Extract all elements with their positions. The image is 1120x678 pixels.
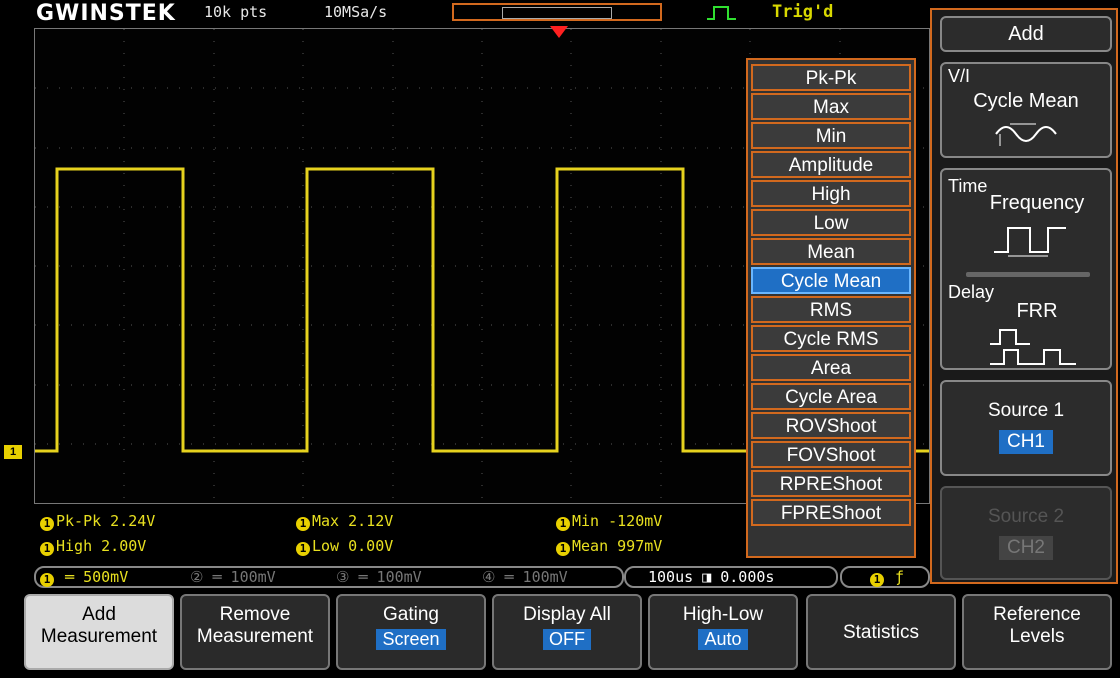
frequency-icon xyxy=(994,227,1066,257)
menu-item-cycle-mean[interactable]: Cycle Mean xyxy=(751,267,911,294)
ch2-scale[interactable]: ② ═ 100mV xyxy=(190,568,276,586)
display-all-button[interactable]: Display All OFF xyxy=(492,594,642,670)
ch1-badge-icon: 1 xyxy=(556,542,570,556)
menu-item-rovshoot[interactable]: ROVShoot xyxy=(751,412,911,439)
trigger-status: Trig'd xyxy=(772,2,834,22)
reference-levels-button[interactable]: Reference Levels xyxy=(962,594,1112,670)
remove-measurement-button[interactable]: Remove Measurement xyxy=(180,594,330,670)
trigger-source[interactable]: 1 ƒ xyxy=(870,568,904,587)
measurement-type-menu[interactable]: Pk-Pk Max Min Amplitude High Low Mean Cycle Mea… xyxy=(746,58,916,558)
ch1-badge-icon: 1 xyxy=(40,517,54,531)
ch1-scale[interactable]: 1 ═ 500mV xyxy=(40,568,128,587)
add-header[interactable]: Add xyxy=(940,16,1112,52)
source1-value: CH1 xyxy=(998,430,1053,454)
menu-item-amplitude[interactable]: Amplitude xyxy=(751,151,911,178)
menu-item-min[interactable]: Min xyxy=(751,122,911,149)
readout-pkpk: 1 Pk-Pk 2.24V xyxy=(40,512,155,531)
timebase-readout[interactable]: 100us ◨ 0.000s xyxy=(648,568,774,586)
source2-button[interactable]: Source 2 CH2 xyxy=(940,486,1112,580)
memory-bar xyxy=(452,3,662,21)
sample-rate: 10MSa/s xyxy=(324,3,388,21)
ch4-scale[interactable]: ④ ═ 100mV xyxy=(482,568,568,586)
record-length: 10k pts xyxy=(204,3,268,21)
time-measure-button[interactable]: Time Frequency Delay FRR xyxy=(940,168,1112,370)
ch1-badge-icon: 1 xyxy=(40,542,54,556)
readout-low: 1 Low 0.00V xyxy=(296,537,393,556)
vi-value: Cycle Mean xyxy=(973,90,1079,112)
bottom-menu: Add Measurement Remove Measurement Gating S… xyxy=(0,590,1120,678)
high-low-button[interactable]: High-Low Auto xyxy=(648,594,798,670)
time-value: Frequency xyxy=(989,192,1085,214)
source1-button[interactable]: Source 1 CH1 xyxy=(940,380,1112,476)
menu-item-rms[interactable]: RMS xyxy=(751,296,911,323)
top-status-bar: GWINSTEK 10k pts 10MSa/s Trig'd xyxy=(0,0,930,26)
ch1-badge-icon: 1 xyxy=(870,573,884,587)
menu-item-max[interactable]: Max xyxy=(751,93,911,120)
readout-mean: 1 Mean 997mV xyxy=(556,537,662,556)
trigger-position-marker xyxy=(550,26,568,38)
delay-value: FRR xyxy=(1016,300,1058,322)
readout-max: 1 Max 2.12V xyxy=(296,512,393,531)
ch1-badge-icon: 1 xyxy=(556,517,570,531)
ch1-badge-icon: 1 xyxy=(296,517,310,531)
channel-status-bar: 1 ═ 500mV ② ═ 100mV ③ ═ 100mV ④ ═ 100mV … xyxy=(34,566,930,590)
source2-value: CH2 xyxy=(998,536,1053,560)
ch3-scale[interactable]: ③ ═ 100mV xyxy=(336,568,422,586)
position-icon: ◨ xyxy=(702,568,712,586)
vi-measure-button[interactable]: V/I Cycle Mean xyxy=(940,62,1112,158)
source1-label: Source 1 xyxy=(987,400,1065,421)
source2-label: Source 2 xyxy=(987,506,1065,527)
menu-item-pk-pk[interactable]: Pk-Pk xyxy=(751,64,911,91)
cycle-mean-icon xyxy=(995,123,1057,146)
brand-logo: GWINSTEK xyxy=(36,1,176,26)
menu-item-low[interactable]: Low xyxy=(751,209,911,236)
side-menu: Add V/I Cycle Mean Time Frequency Delay … xyxy=(930,8,1118,584)
ch1-badge-icon: 1 xyxy=(40,573,54,587)
menu-item-fovshoot[interactable]: FOVShoot xyxy=(751,441,911,468)
ch1-ground-marker: 1 xyxy=(4,445,22,459)
menu-item-mean[interactable]: Mean xyxy=(751,238,911,265)
vi-label: V/I xyxy=(948,66,971,86)
high-low-value: Auto xyxy=(698,629,748,650)
menu-item-cycle-rms[interactable]: Cycle RMS xyxy=(751,325,911,352)
menu-item-rpreshoot[interactable]: RPREShoot xyxy=(751,470,911,497)
trigger-edge-icon xyxy=(707,6,736,20)
menu-item-area[interactable]: Area xyxy=(751,354,911,381)
delay-icon xyxy=(990,329,1076,365)
ch1-badge-icon: 1 xyxy=(296,542,310,556)
add-measurement-button[interactable]: Add Measurement xyxy=(24,594,174,670)
menu-item-high[interactable]: High xyxy=(751,180,911,207)
display-all-value: OFF xyxy=(543,629,591,650)
readout-high: 1 High 2.00V xyxy=(40,537,146,556)
menu-item-fpreshoot[interactable]: FPREShoot xyxy=(751,499,911,526)
menu-item-cycle-area[interactable]: Cycle Area xyxy=(751,383,911,410)
divider xyxy=(966,272,1090,277)
gating-value: Screen xyxy=(376,629,446,650)
statistics-button[interactable]: Statistics xyxy=(806,594,956,670)
readout-min: 1 Min -120mV xyxy=(556,512,662,531)
rising-edge-icon: ƒ xyxy=(895,568,905,586)
memory-window xyxy=(502,7,612,19)
gating-button[interactable]: Gating Screen xyxy=(336,594,486,670)
